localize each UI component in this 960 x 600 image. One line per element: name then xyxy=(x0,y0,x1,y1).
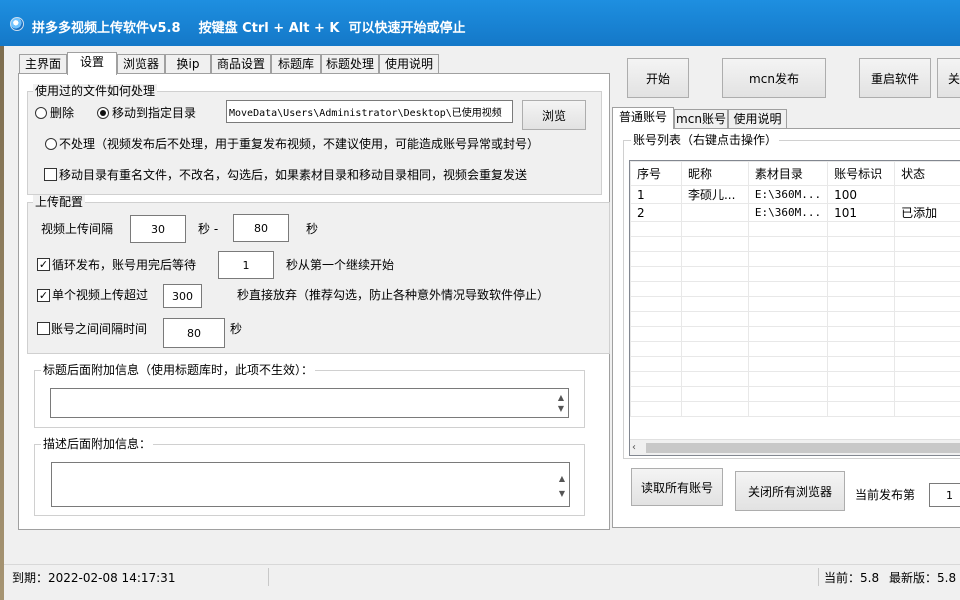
desc-extra-label: 描述后面附加信息： xyxy=(41,437,154,451)
settings-tab-panel: 使用过的文件如何处理 删除 移动到指定目录 MoveData\Users\Adm… xyxy=(18,73,610,530)
col-material-dir[interactable]: 素材目录 xyxy=(747,161,829,186)
col-account-id[interactable]: 账号标识 xyxy=(827,161,896,186)
col-index[interactable]: 序号 xyxy=(630,161,682,186)
read-all-accounts-button[interactable]: 读取所有账号 xyxy=(631,468,723,506)
close-all-browsers-button[interactable]: 关闭所有浏览器 xyxy=(735,471,845,511)
cell: E:\360M... xyxy=(747,185,829,204)
single-timeout-label: 单个视频上传超过 xyxy=(52,288,149,302)
title-bar[interactable]: 拼多多视频上传软件v5.8 按键盘 Ctrl + Alt + K 可以快速开始或… xyxy=(0,0,960,46)
accounts-tab-panel: 账号列表（右键点击操作） 序号 昵称 素材目录 账号标识 状态 1 李硕儿...… xyxy=(612,128,960,528)
latest-version-text: 最新版：5.8 xyxy=(889,571,957,585)
tab-title-library[interactable]: 标题库 xyxy=(271,54,321,74)
cell: 101 xyxy=(827,203,896,222)
scroll-down-icon[interactable]: ▼ xyxy=(556,405,566,413)
start-button[interactable]: 开始 xyxy=(627,58,689,98)
account-list-title: 账号列表（右键点击操作） xyxy=(631,133,780,147)
tab-product-settings[interactable]: 商品设置 xyxy=(211,54,271,74)
scrollbar-thumb[interactable] xyxy=(646,443,960,453)
single-timeout-suffix: 秒直接放弃（推荐勾选，防止各种意外情况导致软件停止） xyxy=(237,288,550,302)
account-interval-checkbox[interactable] xyxy=(37,322,50,335)
mcn-publish-button[interactable]: mcn发布 xyxy=(722,58,826,98)
cell: 已添加 xyxy=(894,203,960,222)
expiry-text: 到期：2022-02-08 14:17:31 xyxy=(12,571,176,585)
tab-settings[interactable]: 设置 xyxy=(67,52,117,75)
single-timeout-checkbox[interactable]: ✓ xyxy=(37,289,50,302)
status-divider xyxy=(818,568,819,586)
current-publish-input[interactable]: 1 xyxy=(929,483,960,507)
table-row[interactable]: 2 E:\360M... 101 已添加 xyxy=(630,203,960,222)
loop-checkbox[interactable]: ✓ xyxy=(37,258,50,271)
loop-suffix: 秒从第一个继续开始 xyxy=(286,258,395,272)
status-divider xyxy=(268,568,269,586)
rename-checkbox-label: 移动目录有重名文件，不改名，勾选后，如果素材目录和移动目录相同，视频会重复发送 xyxy=(59,168,528,182)
cell: 李硕儿... xyxy=(680,185,749,204)
tab-instructions[interactable]: 使用说明 xyxy=(379,54,439,74)
status-bar: 到期：2022-02-08 14:17:31 当前：5.8 最新版：5.8 xyxy=(4,564,960,588)
radio-move-label: 移动到指定目录 xyxy=(112,106,197,120)
browse-button[interactable]: 浏览 xyxy=(522,100,586,130)
radio-delete[interactable] xyxy=(35,107,47,119)
radio-move[interactable] xyxy=(97,107,109,119)
restart-button[interactable]: 重启软件 xyxy=(859,58,931,98)
tab-mcn-accounts[interactable]: mcn账号 xyxy=(674,109,728,128)
cell: E:\360M... xyxy=(747,203,829,222)
cell xyxy=(894,185,960,204)
tab-change-ip[interactable]: 换ip xyxy=(165,54,211,74)
tab-main[interactable]: 主界面 xyxy=(19,54,67,74)
interval-max-input[interactable]: 80 xyxy=(233,214,289,242)
tab-title-processing[interactable]: 标题处理 xyxy=(321,54,379,74)
app-icon xyxy=(10,17,24,31)
scroll-down-icon[interactable]: ▼ xyxy=(557,490,567,498)
radio-no-process-label: 不处理（视频发布后不处理，用于重复发布视频，不建议使用，可能造成账号异常或封号） xyxy=(59,137,540,151)
close-button-partial[interactable]: 关 xyxy=(937,58,960,98)
loop-label: 循环发布，账号用完后等待 xyxy=(52,258,197,272)
cell: 100 xyxy=(827,185,896,204)
cell xyxy=(680,203,749,222)
desktop-background: { "window": {"title": "拼多多视频上传软件v5.8 按键盘… xyxy=(0,0,960,600)
rename-checkbox[interactable] xyxy=(44,168,57,181)
tab-browser[interactable]: 浏览器 xyxy=(117,54,165,74)
table-row[interactable]: 1 李硕儿... E:\360M... 100 xyxy=(630,185,960,204)
cell: 1 xyxy=(630,185,682,204)
window-title: 拼多多视频上传软件v5.8 按键盘 Ctrl + Alt + K 可以快速开始或… xyxy=(32,21,466,36)
tab-normal-accounts[interactable]: 普通账号 xyxy=(612,107,674,129)
move-path-input[interactable]: MoveData\Users\Administrator\Desktop\已使用… xyxy=(226,100,513,123)
cell: 2 xyxy=(630,203,682,222)
current-version-text: 当前：5.8 xyxy=(824,571,880,585)
account-interval-suffix: 秒 xyxy=(230,322,243,336)
loop-wait-input[interactable]: 1 xyxy=(218,251,274,279)
upload-interval-label: 视频上传间隔 xyxy=(41,222,114,236)
account-interval-input[interactable]: 80 xyxy=(163,318,225,348)
interval-min-input[interactable]: 30 xyxy=(130,215,186,243)
scroll-up-icon[interactable]: ▲ xyxy=(556,394,566,402)
interval-sec-label: 秒 xyxy=(306,222,319,236)
account-list[interactable]: 序号 昵称 素材目录 账号标识 状态 1 李硕儿... E:\360M... 1… xyxy=(629,160,960,456)
title-extra-label: 标题后面附加信息（使用标题库时，此项不生效）： xyxy=(41,363,316,377)
col-status[interactable]: 状态 xyxy=(894,161,960,186)
account-interval-label: 账号之间间隔时间 xyxy=(51,322,148,336)
upload-config-group-title: 上传配置 xyxy=(33,195,86,209)
used-files-group-title: 使用过的文件如何处理 xyxy=(33,84,158,98)
tab-right-instructions[interactable]: 使用说明 xyxy=(728,109,787,128)
title-extra-textarea[interactable]: ▲ ▼ xyxy=(50,388,569,418)
scroll-left-icon[interactable]: ‹ xyxy=(632,442,636,453)
account-table: 序号 昵称 素材目录 账号标识 状态 1 李硕儿... E:\360M... 1… xyxy=(630,161,960,417)
current-publish-label: 当前发布第 xyxy=(855,488,916,502)
scroll-up-icon[interactable]: ▲ xyxy=(557,475,567,483)
radio-delete-label: 删除 xyxy=(50,106,75,120)
desc-extra-textarea[interactable]: ▲ ▼ xyxy=(51,462,570,507)
radio-no-process[interactable] xyxy=(45,138,57,150)
col-nickname[interactable]: 昵称 xyxy=(680,161,749,186)
horizontal-scrollbar[interactable]: ‹ xyxy=(630,439,960,455)
single-timeout-input[interactable]: 300 xyxy=(163,284,202,308)
interval-sec-dash: 秒 - xyxy=(198,222,219,236)
